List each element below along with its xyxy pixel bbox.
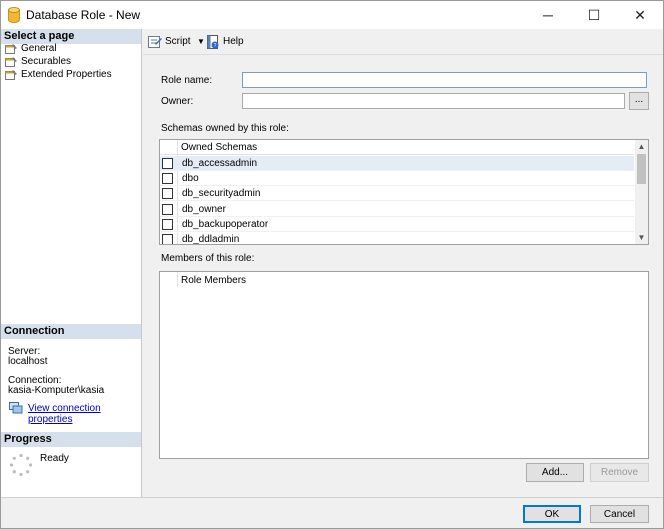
grid-header: Role Members (160, 272, 648, 287)
schema-checkbox[interactable] (162, 204, 173, 215)
schema-row[interactable]: db_securityadmin (160, 186, 634, 201)
progress-header: Progress (1, 432, 141, 447)
wrench-page-icon (5, 44, 17, 54)
owner-label: Owner: (161, 96, 194, 107)
connection-properties-icon (9, 402, 23, 414)
schemas-label: Schemas owned by this role: (161, 123, 289, 134)
role-name-input[interactable] (243, 73, 646, 87)
chevron-down-icon[interactable]: ▼ (197, 34, 205, 50)
browse-owner-button[interactable]: ... (629, 92, 649, 110)
members-label: Members of this role: (161, 253, 255, 264)
role-name-label: Role name: (161, 75, 213, 86)
progress-spinner-icon (9, 453, 33, 477)
schema-checkbox[interactable] (162, 188, 173, 199)
minimize-button[interactable]: ─ (525, 1, 571, 29)
page-extended-properties[interactable]: Extended Properties (5, 68, 112, 81)
grid-divider (177, 272, 178, 287)
wrench-page-icon (5, 57, 17, 67)
schema-name: dbo (182, 173, 199, 184)
scroll-up-icon[interactable]: ▲ (635, 140, 648, 153)
schema-checkbox[interactable] (162, 173, 173, 184)
server-value: localhost (8, 356, 48, 367)
page-label: Securables (21, 56, 72, 67)
window-title: Database Role - New (26, 8, 141, 22)
owner-input[interactable] (243, 94, 624, 108)
page-label: General (21, 43, 57, 54)
connection-value: kasia-Komputer\kasia (8, 385, 105, 396)
help-icon: ? (207, 35, 219, 49)
add-member-button[interactable]: Add... (526, 463, 584, 482)
svg-text:?: ? (214, 43, 217, 49)
connection-header: Connection (1, 324, 141, 339)
script-icon (148, 36, 162, 48)
schema-row[interactable]: db_backupoperator (160, 217, 634, 232)
schema-checkbox[interactable] (162, 219, 173, 230)
cancel-button[interactable]: Cancel (590, 505, 649, 523)
script-label: Script (165, 36, 191, 47)
page-securables[interactable]: Securables (5, 55, 71, 68)
schema-name: db_accessadmin (182, 158, 258, 169)
page-label: Extended Properties (21, 69, 112, 80)
scroll-down-icon[interactable]: ▼ (635, 231, 648, 244)
schema-name: db_owner (182, 204, 226, 215)
left-panel: Select a page General Securables Extende… (1, 29, 142, 497)
help-button[interactable]: ? Help (205, 34, 249, 50)
database-icon (8, 7, 20, 23)
title-bar: Database Role - New ─ ☐ ✕ (1, 1, 663, 29)
ok-button[interactable]: OK (523, 505, 581, 523)
role-name-field[interactable] (242, 72, 647, 88)
database-role-dialog: Database Role - New ─ ☐ ✕ Select a page … (0, 0, 664, 529)
close-button[interactable]: ✕ (617, 1, 663, 29)
schema-checkbox[interactable] (162, 234, 173, 244)
schemas-scrollbar[interactable]: ▲ ▼ (635, 140, 648, 244)
schema-row[interactable]: db_accessadmin (160, 156, 634, 171)
progress-status: Ready (40, 453, 69, 464)
schema-row[interactable]: db_ddladmin (160, 232, 634, 245)
page-general[interactable]: General (5, 42, 57, 55)
schema-name: db_securityadmin (182, 188, 261, 199)
schema-name: db_ddladmin (182, 234, 240, 245)
schema-name: db_backupoperator (182, 219, 269, 230)
role-members-header: Role Members (181, 275, 247, 286)
owned-schemas-grid: Owned Schemas db_accessadmin dbo db_secu… (159, 139, 649, 245)
role-members-grid: Role Members (159, 271, 649, 459)
schema-row[interactable]: db_owner (160, 202, 634, 217)
view-connection-properties-link[interactable]: View connection properties (28, 403, 141, 425)
scroll-thumb[interactable] (637, 154, 646, 184)
owner-field[interactable] (242, 93, 625, 109)
remove-member-button[interactable]: Remove (590, 463, 649, 482)
help-label: Help (223, 36, 244, 47)
script-button[interactable]: Script ▼ (147, 34, 207, 50)
wrench-page-icon (5, 70, 17, 80)
schema-checkbox[interactable] (162, 158, 173, 169)
owned-schemas-header: Owned Schemas (181, 142, 258, 153)
grid-header: Owned Schemas (160, 140, 634, 155)
toolbar: Script ▼ ? Help (143, 29, 663, 55)
maximize-button[interactable]: ☐ (571, 1, 617, 29)
schema-row[interactable]: dbo (160, 171, 634, 186)
